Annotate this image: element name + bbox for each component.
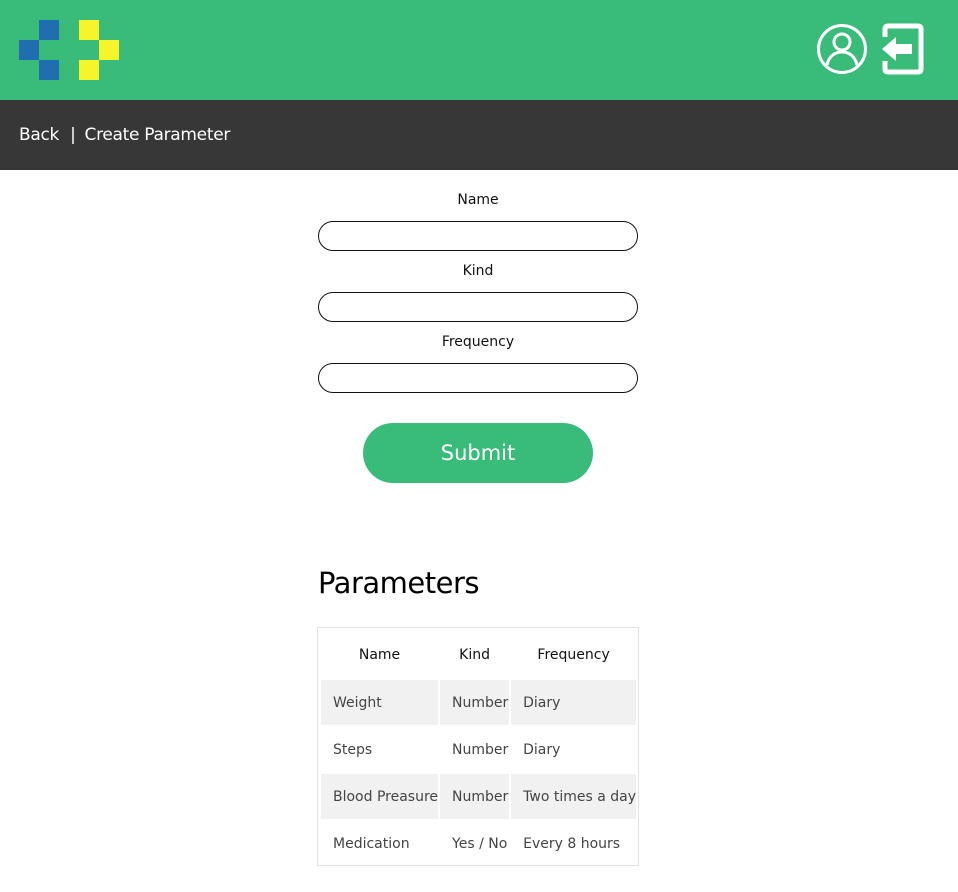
logo-square [39, 60, 59, 80]
cell-frequency: Every 8 hours [523, 835, 621, 852]
table-row: Weight Number Diary [321, 680, 636, 725]
cell-name: Weight [321, 680, 439, 725]
table-row: Medication Yes / No Every 8 hours [321, 821, 636, 866]
cell-kind: Yes / No [452, 835, 508, 852]
breadcrumb-separator: | [70, 125, 76, 145]
logo-square [79, 60, 99, 80]
name-label: Name [457, 192, 499, 208]
parameters-title: Parameters [318, 566, 480, 600]
cell-kind: Number [440, 680, 510, 725]
frequency-label: Frequency [441, 334, 515, 350]
cell-name: Medication [333, 835, 410, 852]
app-header [0, 0, 958, 100]
back-link[interactable]: Back [19, 125, 59, 145]
logo-square [99, 40, 119, 60]
logout-icon[interactable] [880, 23, 926, 75]
user-circle-icon[interactable] [816, 23, 868, 75]
logo-square [79, 20, 99, 40]
frequency-field[interactable] [318, 363, 638, 393]
logo [19, 20, 119, 80]
table-header-row: Name Kind Frequency [321, 631, 636, 678]
cell-name: Blood Preasure [321, 774, 439, 819]
logo-square [39, 20, 59, 40]
cell-kind: Number [440, 774, 510, 819]
cell-frequency: Two times a day [511, 774, 636, 819]
column-header-kind: Kind [459, 646, 490, 663]
current-page-label: Create Parameter [84, 125, 231, 145]
kind-label: Kind [462, 263, 494, 279]
column-header-name: Name [358, 646, 401, 663]
cell-name: Steps [333, 741, 373, 758]
breadcrumb: Back | Create Parameter [0, 100, 958, 170]
submit-button[interactable]: Submit [363, 423, 593, 483]
column-header-frequency: Frequency [537, 646, 610, 663]
cell-frequency: Diary [511, 680, 636, 725]
parameters-table: Name Kind Frequency Weight Number Diary … [317, 627, 639, 866]
table-row: Steps Number Diary [321, 727, 636, 772]
logo-square [19, 40, 39, 60]
cell-kind: Number [452, 741, 509, 758]
name-field[interactable] [318, 221, 638, 251]
kind-field[interactable] [318, 292, 638, 322]
table-row: Blood Preasure Number Two times a day [321, 774, 636, 819]
cell-frequency: Diary [523, 741, 561, 758]
